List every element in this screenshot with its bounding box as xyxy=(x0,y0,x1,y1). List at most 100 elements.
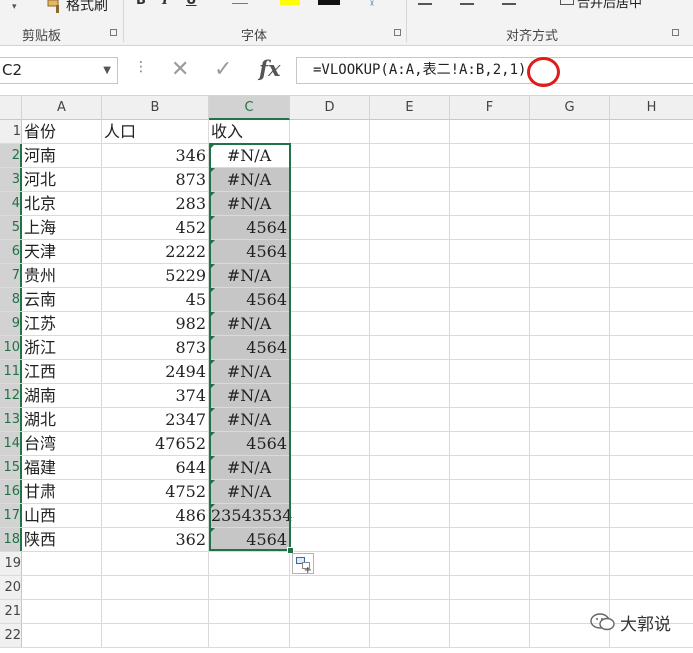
row-header[interactable]: 6 xyxy=(0,240,22,263)
cell-empty[interactable] xyxy=(290,288,370,311)
cell-income[interactable]: 4564 xyxy=(209,240,290,263)
row-header[interactable]: 3 xyxy=(0,168,22,191)
cell-empty[interactable] xyxy=(370,240,450,263)
column-header-c[interactable]: C xyxy=(209,96,290,120)
cell-population[interactable]: 2494 xyxy=(102,360,209,383)
row-header[interactable]: 7 xyxy=(0,264,22,287)
cell-empty[interactable] xyxy=(450,216,530,239)
cell-empty[interactable] xyxy=(610,288,693,311)
cell-empty[interactable] xyxy=(450,600,530,623)
cell-empty[interactable] xyxy=(370,144,450,167)
cell-empty[interactable] xyxy=(290,216,370,239)
row-header[interactable]: 16 xyxy=(0,480,22,503)
cell-empty[interactable] xyxy=(370,216,450,239)
underline-button[interactable]: U xyxy=(186,0,197,8)
cell-empty[interactable] xyxy=(290,168,370,191)
cell-empty[interactable] xyxy=(290,336,370,359)
cell-empty[interactable] xyxy=(610,504,693,527)
row-header[interactable]: 2 xyxy=(0,144,22,167)
cell-empty[interactable] xyxy=(530,384,610,407)
cell-empty[interactable] xyxy=(370,384,450,407)
cell-empty[interactable] xyxy=(290,120,370,143)
cell-empty[interactable] xyxy=(370,552,450,575)
cell-empty[interactable] xyxy=(450,624,530,647)
cell-empty[interactable] xyxy=(610,432,693,455)
cell-empty[interactable] xyxy=(370,432,450,455)
row-header[interactable]: 8 xyxy=(0,288,22,311)
cell-empty[interactable] xyxy=(530,408,610,431)
cell-empty[interactable] xyxy=(290,264,370,287)
cell-empty[interactable] xyxy=(370,192,450,215)
column-header-e[interactable]: E xyxy=(370,96,450,120)
format-painter-icon[interactable] xyxy=(46,0,64,13)
cell-income[interactable]: #N/A xyxy=(209,192,290,215)
cell-population[interactable]: 346 xyxy=(102,144,209,167)
cell-empty[interactable] xyxy=(450,240,530,263)
cell-empty[interactable] xyxy=(450,552,530,575)
cell-province[interactable]: 江西 xyxy=(22,360,102,383)
cell-empty[interactable] xyxy=(610,168,693,191)
cell-province[interactable]: 北京 xyxy=(22,192,102,215)
cell-empty[interactable] xyxy=(450,480,530,503)
cell-population[interactable]: 873 xyxy=(102,168,209,191)
column-header-f[interactable]: F xyxy=(450,96,530,120)
cell-empty[interactable] xyxy=(610,528,693,551)
cell-empty[interactable] xyxy=(370,480,450,503)
row-header[interactable]: 20 xyxy=(0,576,22,599)
cell-income[interactable]: #N/A xyxy=(209,312,290,335)
cell-empty[interactable] xyxy=(209,576,290,599)
cell-empty[interactable] xyxy=(102,624,209,647)
cell-income[interactable]: #N/A xyxy=(209,360,290,383)
row-header[interactable]: 10 xyxy=(0,336,22,359)
cell-population[interactable]: 982 xyxy=(102,312,209,335)
cell-empty[interactable] xyxy=(530,168,610,191)
cell-empty[interactable] xyxy=(450,168,530,191)
cell-province[interactable]: 河北 xyxy=(22,168,102,191)
cell-population[interactable]: 2222 xyxy=(102,240,209,263)
cell-empty[interactable] xyxy=(610,456,693,479)
cell-empty[interactable] xyxy=(290,312,370,335)
cell-province[interactable]: 湖北 xyxy=(22,408,102,431)
formula-input[interactable]: =VLOOKUP(A:A,表二!A:B,2,1) xyxy=(296,57,693,84)
cell-empty[interactable] xyxy=(102,600,209,623)
cell-empty[interactable] xyxy=(610,360,693,383)
cell-empty[interactable] xyxy=(290,144,370,167)
column-header-a[interactable]: A xyxy=(22,96,102,120)
cell-empty[interactable] xyxy=(530,432,610,455)
cell-empty[interactable] xyxy=(370,336,450,359)
cell-population[interactable]: 283 xyxy=(102,192,209,215)
row-header[interactable]: 9 xyxy=(0,312,22,335)
cell-population[interactable]: 486 xyxy=(102,504,209,527)
cell-province[interactable]: 江苏 xyxy=(22,312,102,335)
column-header-d[interactable]: D xyxy=(290,96,370,120)
cell-empty[interactable] xyxy=(610,576,693,599)
cell-empty[interactable] xyxy=(610,144,693,167)
cell-empty[interactable] xyxy=(610,120,693,143)
cell-empty[interactable] xyxy=(610,384,693,407)
row-header[interactable]: 22 xyxy=(0,624,22,647)
cell-empty[interactable] xyxy=(370,624,450,647)
cell-empty[interactable] xyxy=(610,336,693,359)
cell-province[interactable]: 贵州 xyxy=(22,264,102,287)
cell-c1[interactable]: 收入 xyxy=(209,120,290,143)
row-header[interactable]: 5 xyxy=(0,216,22,239)
cell-empty[interactable] xyxy=(450,360,530,383)
column-header-b[interactable]: B xyxy=(102,96,209,120)
border-icon[interactable] xyxy=(232,0,248,4)
cell-empty[interactable] xyxy=(290,192,370,215)
cell-empty[interactable] xyxy=(610,312,693,335)
cell-empty[interactable] xyxy=(610,264,693,287)
cell-empty[interactable] xyxy=(370,408,450,431)
cell-population[interactable]: 4752 xyxy=(102,480,209,503)
align-left-icon[interactable] xyxy=(418,0,432,5)
cell-empty[interactable] xyxy=(530,528,610,551)
cell-empty[interactable] xyxy=(610,408,693,431)
cell-empty[interactable] xyxy=(290,504,370,527)
cell-empty[interactable] xyxy=(370,312,450,335)
cell-empty[interactable] xyxy=(450,312,530,335)
cell-empty[interactable] xyxy=(370,504,450,527)
cell-province[interactable]: 陕西 xyxy=(22,528,102,551)
cell-empty[interactable] xyxy=(530,360,610,383)
cell-empty[interactable] xyxy=(530,576,610,599)
cell-province[interactable]: 山西 xyxy=(22,504,102,527)
